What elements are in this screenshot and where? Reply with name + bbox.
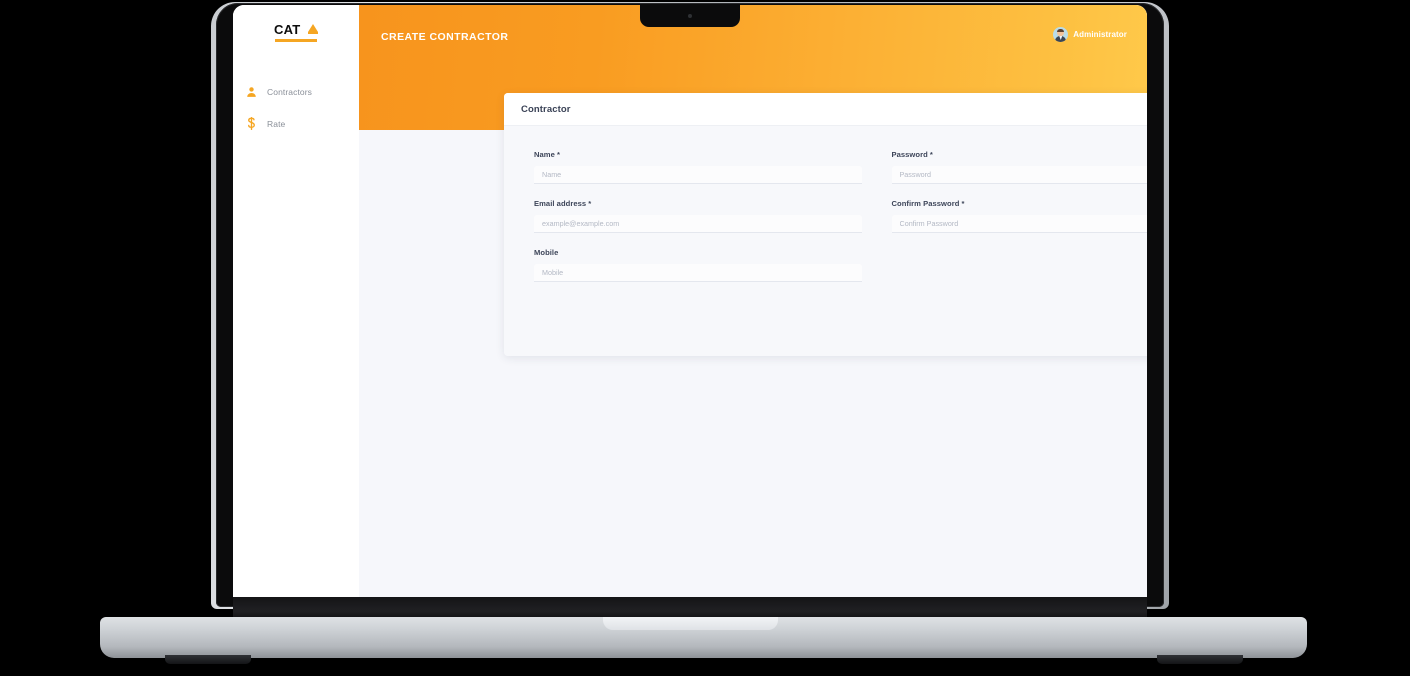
sidebar-nav: Contractors Rate xyxy=(233,79,359,136)
form-grid: Name * Email address * Mobile xyxy=(534,150,1147,297)
sidebar-item-rate[interactable]: Rate xyxy=(233,111,359,136)
field-mobile: Mobile xyxy=(534,248,862,282)
logo-underline xyxy=(275,39,317,42)
application-window: CAT Contractors Rate CREATE CONTRACTOR A… xyxy=(233,5,1147,597)
user-menu[interactable]: Administrator xyxy=(1053,27,1127,42)
laptop-screen: CAT Contractors Rate CREATE CONTRACTOR A… xyxy=(233,5,1147,597)
screen-notch xyxy=(640,5,740,27)
email-input[interactable] xyxy=(534,215,862,233)
confirm-password-label: Confirm Password * xyxy=(891,199,965,208)
triangle-base-icon xyxy=(308,32,318,34)
password-label: Password * xyxy=(891,150,933,159)
password-input[interactable] xyxy=(891,166,1147,184)
sidebar: CAT Contractors Rate xyxy=(233,5,359,597)
card-header: Contractor List xyxy=(504,93,1147,126)
card-footer: Create xyxy=(504,297,1147,356)
name-label: Name * xyxy=(534,150,561,159)
laptop-mockup: CAT Contractors Rate CREATE CONTRACTOR A… xyxy=(0,0,1410,676)
sidebar-item-label: Rate xyxy=(267,118,286,129)
page-title: CREATE CONTRACTOR xyxy=(381,31,509,43)
field-name: Name * xyxy=(534,150,862,184)
cat-logo-text: CAT xyxy=(274,22,301,37)
field-email: Email address * xyxy=(534,199,862,233)
name-input[interactable] xyxy=(534,166,862,184)
card-body: Name * Email address * Mobile xyxy=(504,126,1147,297)
laptop-base-notch xyxy=(603,617,778,630)
laptop-foot-right xyxy=(1157,655,1243,664)
dollar-icon xyxy=(245,117,257,130)
cat-logo-mark: CAT xyxy=(274,23,318,45)
sidebar-item-contractors[interactable]: Contractors xyxy=(233,79,359,104)
field-password: Password * xyxy=(891,150,1147,184)
confirm-password-input[interactable] xyxy=(891,215,1147,233)
contractor-form-card: Contractor List Name * xyxy=(504,93,1147,356)
card-title: Contractor xyxy=(521,103,571,115)
mobile-label: Mobile xyxy=(534,248,559,257)
main-content: CREATE CONTRACTOR Administrator Contract… xyxy=(359,5,1147,597)
user-name-label: Administrator xyxy=(1073,30,1127,39)
field-confirm-password: Confirm Password * xyxy=(891,199,1147,233)
form-column-left: Name * Email address * Mobile xyxy=(534,150,862,297)
user-icon xyxy=(245,85,257,98)
brand-logo[interactable]: CAT xyxy=(233,23,359,45)
email-label: Email address * xyxy=(534,199,592,208)
camera-icon xyxy=(688,14,692,18)
triangle-icon xyxy=(308,24,318,32)
laptop-foot-left xyxy=(165,655,251,664)
form-column-right: Password * Confirm Password * xyxy=(891,150,1147,297)
sidebar-item-label: Contractors xyxy=(267,86,313,97)
avatar-icon xyxy=(1053,27,1069,42)
mobile-input[interactable] xyxy=(534,264,862,282)
